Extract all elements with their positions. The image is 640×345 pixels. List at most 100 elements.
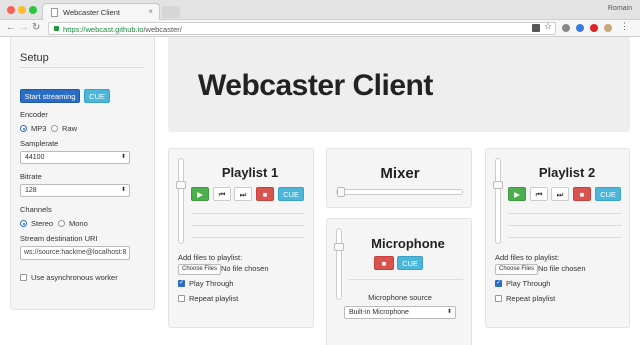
playlist-2-cue-button[interactable]: CUE — [595, 187, 621, 201]
uri-label: Stream destination URI — [20, 234, 98, 243]
browser-tab[interactable]: Webcaster Client × — [42, 3, 160, 20]
profile-name[interactable]: Romain — [608, 5, 632, 12]
choose-files-button[interactable]: Choose Files — [495, 264, 539, 275]
slider-handle[interactable] — [176, 181, 186, 189]
playlist-1-panel: Playlist 1 ▶ ⏮ ⏭ ■ CUE Add files to play… — [168, 148, 314, 328]
samplerate-label: Samplerate — [20, 139, 59, 148]
file-status: No file chosen — [538, 264, 586, 273]
add-files-label: Add files to playlist: — [178, 253, 243, 262]
repeat-playlist-checkbox[interactable] — [178, 295, 185, 302]
select-caret-icon: ⬍ — [120, 187, 126, 193]
samplerate-value: 44100 — [25, 154, 45, 161]
bitrate-value: 128 — [25, 187, 37, 194]
new-tab-button[interactable] — [162, 6, 180, 18]
tab-close-icon[interactable]: × — [148, 7, 153, 16]
back-icon[interactable]: ← — [6, 22, 16, 34]
page-header: Webcaster Client — [168, 37, 630, 132]
mixer-title: Mixer — [380, 165, 420, 182]
slider-handle[interactable] — [493, 181, 503, 189]
encoder-raw-radio[interactable] — [51, 125, 58, 132]
url-path: /webcaster/ — [143, 25, 182, 34]
bitrate-select[interactable]: 128 ⬍ — [20, 184, 130, 197]
microphone-source-value: Built-in Microphone — [349, 309, 409, 316]
slider-handle[interactable] — [337, 187, 345, 197]
page-icon — [51, 8, 58, 17]
track-row — [508, 213, 622, 214]
choose-files-button[interactable]: Choose Files — [178, 264, 222, 275]
play-through-label: Play Through — [189, 279, 234, 288]
page-content: Setup Start streaming CUE Encoder MP3 Ra… — [0, 37, 640, 345]
extension-icon[interactable] — [576, 24, 584, 32]
stop-icon[interactable]: ■ — [573, 187, 591, 201]
file-status: No file chosen — [221, 264, 269, 273]
repeat-playlist-label: Repeat playlist — [506, 294, 556, 303]
play-through-checkbox[interactable] — [178, 279, 185, 287]
playlist-2-title: Playlist 2 — [538, 165, 596, 180]
async-worker-label: Use asynchronous worker — [31, 273, 118, 282]
browser-toolbar: ← → ↻ https://webcast.github.io/webcaste… — [0, 20, 640, 37]
camera-icon[interactable] — [532, 24, 540, 32]
select-caret-icon: ⬍ — [120, 154, 126, 160]
play-through-checkbox[interactable] — [495, 279, 502, 287]
next-track-icon[interactable]: ⏭ — [551, 187, 569, 201]
extension-icon[interactable] — [604, 24, 612, 32]
zoom-window-button[interactable] — [29, 6, 37, 14]
reload-icon[interactable]: ↻ — [32, 22, 40, 34]
bitrate-label: Bitrate — [20, 172, 42, 181]
channels-mono-radio[interactable] — [58, 220, 65, 227]
address-bar[interactable]: https://webcast.github.io/webcaster/ — [48, 22, 556, 35]
async-worker-checkbox[interactable] — [20, 274, 27, 281]
channels-stereo-label: Stereo — [31, 219, 54, 228]
setup-panel: Setup Start streaming CUE Encoder MP3 Ra… — [10, 37, 155, 310]
repeat-playlist-checkbox[interactable] — [495, 295, 502, 302]
encoder-mp3-radio[interactable] — [20, 125, 27, 132]
stop-icon[interactable]: ■ — [256, 187, 274, 201]
opera-icon[interactable] — [590, 24, 598, 32]
playlist-1-title: Playlist 1 — [221, 165, 279, 180]
play-icon[interactable]: ▶ — [191, 187, 209, 201]
track-row — [191, 237, 305, 238]
playlist-2-volume-slider[interactable] — [493, 158, 503, 244]
channels-stereo-radio[interactable] — [20, 220, 27, 227]
forward-icon[interactable]: → — [19, 22, 29, 34]
stream-uri-input[interactable]: ws://source:hackme@localhost:8 — [20, 246, 130, 260]
play-through-label: Play Through — [506, 279, 551, 288]
playlist-1-volume-slider[interactable] — [176, 158, 186, 244]
record-icon[interactable]: ■ — [374, 256, 394, 270]
minimize-window-button[interactable] — [18, 6, 26, 14]
start-streaming-button[interactable]: Start streaming — [20, 89, 80, 103]
play-icon[interactable]: ▶ — [508, 187, 526, 201]
microphone-cue-button[interactable]: CUE — [397, 256, 423, 270]
close-window-button[interactable] — [7, 6, 15, 14]
encoder-mp3-label: MP3 — [31, 124, 47, 133]
slider-handle[interactable] — [334, 243, 344, 251]
microphone-source-label: Microphone source — [368, 293, 432, 302]
previous-track-icon[interactable]: ⏮ — [213, 187, 231, 201]
divider — [20, 67, 145, 68]
crossfader-slider[interactable] — [336, 187, 463, 197]
tab-title: Webcaster Client — [63, 8, 120, 17]
samplerate-select[interactable]: 44100 ⬍ — [20, 151, 130, 164]
channels-label: Channels — [20, 205, 52, 214]
playlist-2-panel: Playlist 2 ▶ ⏮ ⏭ ■ CUE Add files to play… — [485, 148, 630, 328]
encoder-label: Encoder — [20, 110, 48, 119]
microphone-source-select[interactable]: Built-in Microphone ⬍ — [344, 306, 456, 319]
add-files-label: Add files to playlist: — [495, 253, 560, 262]
repeat-playlist-label: Repeat playlist — [189, 294, 239, 303]
star-icon[interactable]: ☆ — [544, 21, 552, 31]
setup-title: Setup — [20, 52, 49, 64]
microphone-volume-slider[interactable] — [334, 228, 344, 300]
menu-icon[interactable]: ⋮ — [620, 21, 629, 31]
next-track-icon[interactable]: ⏭ — [234, 187, 252, 201]
track-row — [191, 213, 305, 214]
previous-track-icon[interactable]: ⏮ — [530, 187, 548, 201]
microphone-title: Microphone — [371, 236, 445, 251]
setup-cue-button[interactable]: CUE — [84, 89, 110, 103]
extension-icon[interactable] — [562, 24, 570, 32]
track-row — [508, 225, 622, 226]
divider — [349, 279, 463, 280]
url-host: https://webcast.github.io — [63, 25, 144, 34]
url-text: https://webcast.github.io/webcaster/ — [63, 25, 182, 34]
playlist-1-cue-button[interactable]: CUE — [278, 187, 304, 201]
track-row — [508, 237, 622, 238]
